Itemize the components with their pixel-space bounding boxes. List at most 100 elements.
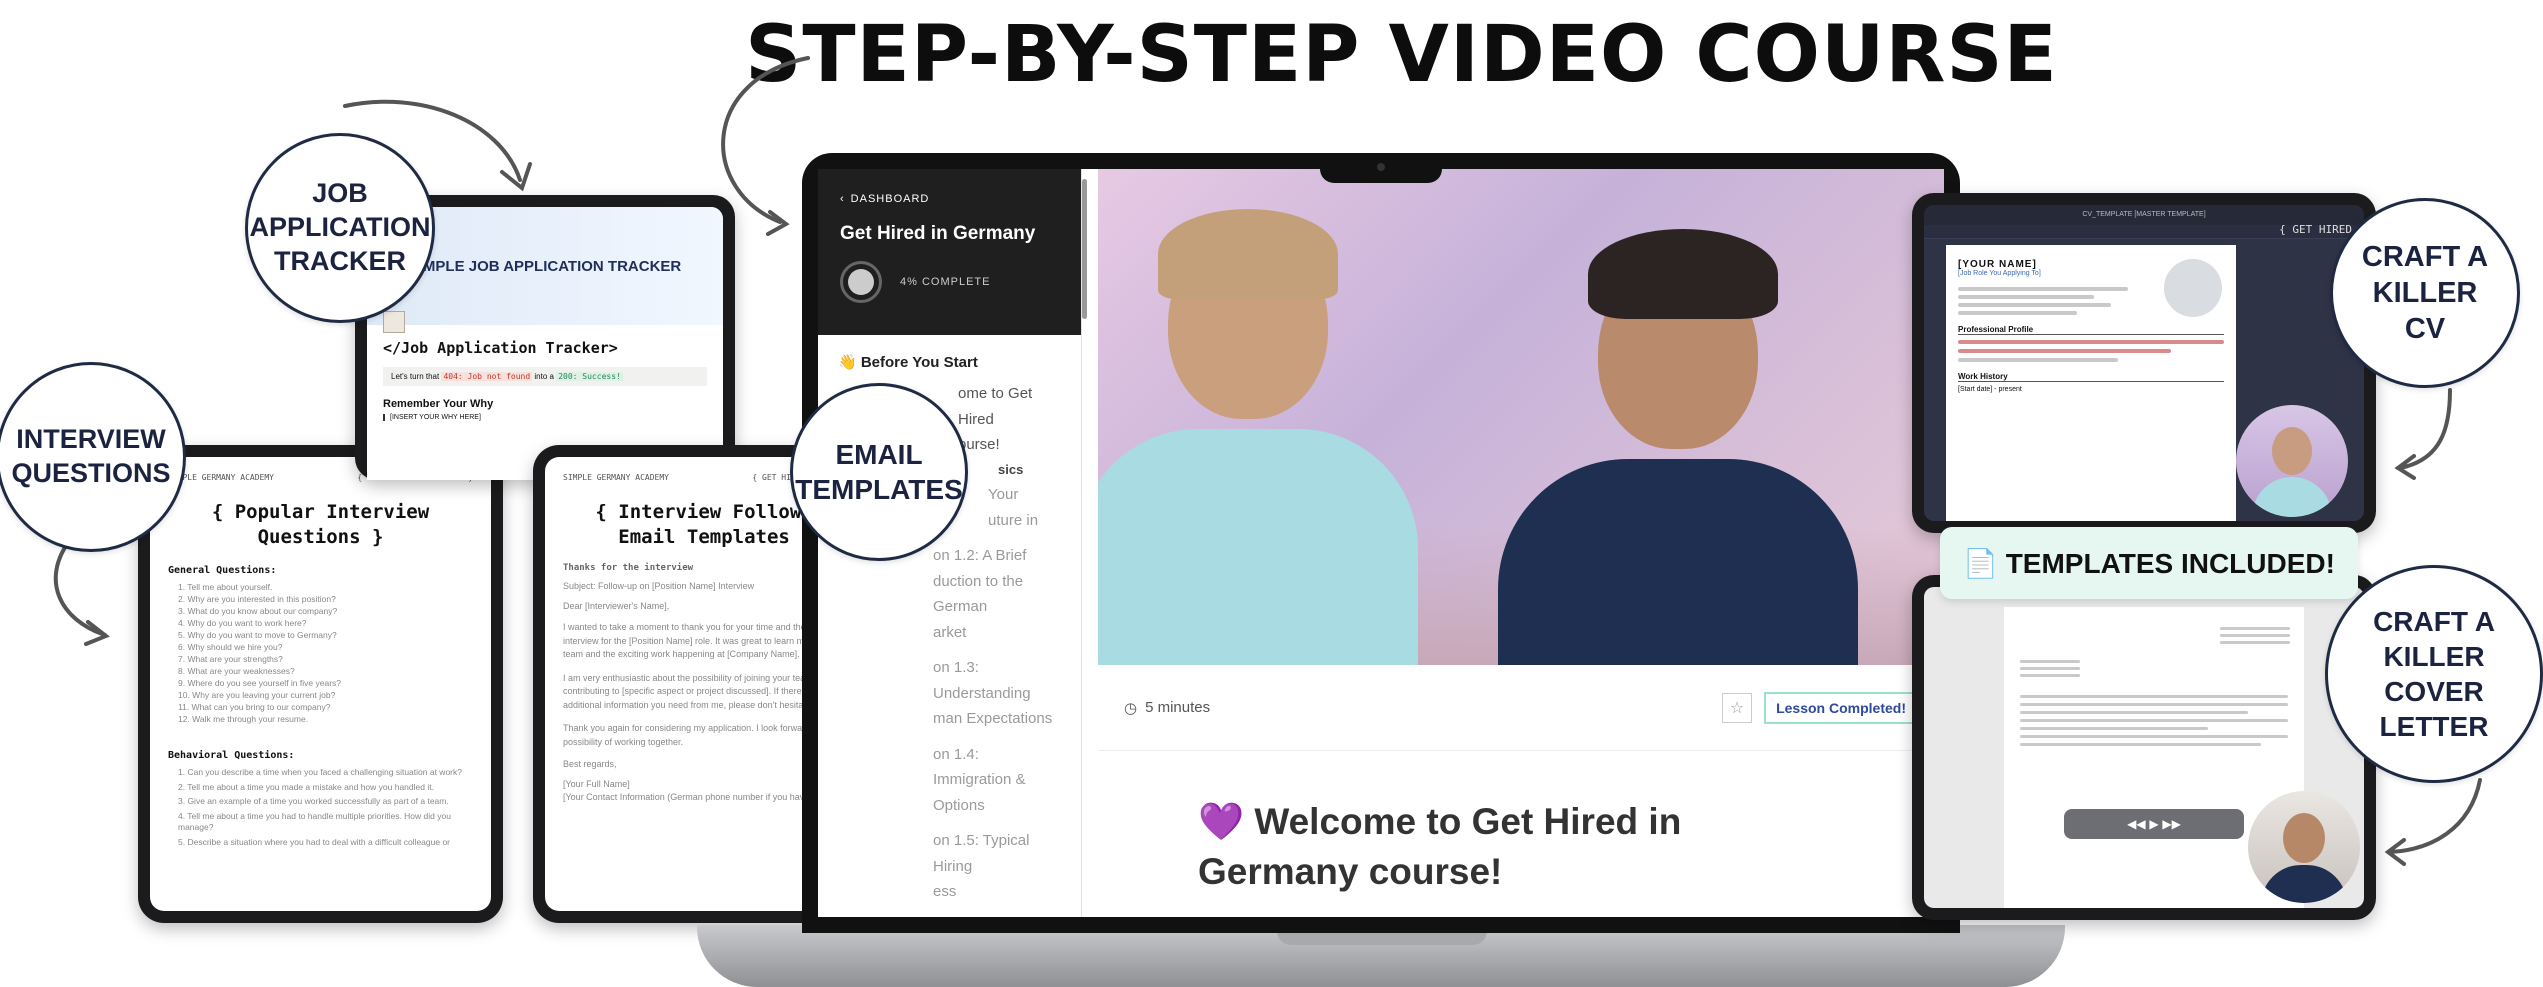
course-app: ‹ DASHBOARD Get Hired in Germany 4% COMP…: [818, 169, 1944, 917]
templates-included-badge: 📄 TEMPLATES INCLUDED!: [1940, 527, 2358, 599]
general-questions-label: General Questions:: [168, 565, 277, 577]
question-item: 9. Where do you see yourself in five yea…: [178, 678, 341, 689]
star-button[interactable]: ☆: [1722, 692, 1753, 723]
lesson-heading: 💜 Welcome to Get Hired in Germany course…: [1198, 801, 1682, 892]
cv-page: [YOUR NAME] [Job Role You Applying To] P…: [1946, 245, 2236, 521]
question-item: 3. Give an example of a time you worked …: [178, 796, 449, 807]
laptop-base: [697, 925, 2065, 987]
duration: ◷ 5 minutes: [1124, 699, 1210, 717]
cv-window-title: CV_TEMPLATE [MASTER TEMPLATE]: [1924, 205, 2364, 225]
arrow-to-laptop: [721, 56, 810, 224]
behavioral-questions-list: 1. Can you describe a time when you face…: [168, 767, 473, 848]
sidebar-scrollbar[interactable]: [1082, 179, 1087, 319]
lesson-item[interactable]: duction to the German: [838, 569, 1061, 620]
question-item: 8. What are your weaknesses?: [178, 666, 295, 677]
presenter-right-shirt: [1498, 459, 1858, 665]
cv-photo-placeholder: [2164, 259, 2222, 317]
callout-cv: CRAFT A KILLER CV: [2330, 198, 2520, 388]
tracker-sheet-title: SIMPLE JOB APPLICATION TRACKER: [408, 257, 682, 275]
tracker-note-404: 404: Job not found: [441, 372, 533, 381]
lesson-item[interactable]: on 1.3: Understanding: [838, 655, 1061, 706]
progress-label: 4% COMPLETE: [900, 276, 991, 288]
section-heading[interactable]: 👋 Before You Start: [838, 353, 1061, 371]
question-item: 2. Tell me about a time you made a mista…: [178, 781, 434, 792]
clock-icon: ◷: [1124, 699, 1138, 717]
email-brand: SIMPLE GERMANY ACADEMY: [563, 473, 669, 482]
cv-presenter-bubble: [2236, 405, 2348, 517]
presenter-left-hair: [1158, 209, 1338, 299]
tracker-heading: </Job Application Tracker>: [383, 339, 618, 357]
callout-email: EMAIL TEMPLATES: [790, 383, 968, 561]
camera-icon: [1377, 163, 1385, 171]
callout-cv-label: CRAFT A KILLER CV: [2361, 240, 2489, 346]
question-item: 2. Why are you interested in this positi…: [178, 594, 336, 605]
lesson-completed-button[interactable]: Lesson Completed!: [1764, 691, 1918, 724]
progress-row: 4% COMPLETE: [840, 261, 1059, 303]
presenter-right-hair: [1588, 229, 1778, 319]
remember-placeholder: [INSERT YOUR WHY HERE]: [383, 414, 707, 421]
duration-label: 5 minutes: [1145, 699, 1211, 716]
star-icon: ☆: [1729, 698, 1745, 717]
callout-interview: INTERVIEW QUESTIONS: [0, 362, 186, 552]
cv-contact-block: [1958, 287, 2128, 315]
cv-editor: CV_TEMPLATE [MASTER TEMPLATE] { GET HIRE…: [1924, 205, 2364, 521]
course-title: Get Hired in Germany: [840, 223, 1036, 244]
cv-presenter-face: [2272, 427, 2312, 475]
cv-side-label: { GET HIRED: [2279, 223, 2352, 236]
lesson-meta-bar: ◷ 5 minutes ☆ Lesson Completed!: [1098, 665, 1944, 751]
callout-job-tracker-label: JOB APPLICATION TRACKER: [249, 178, 431, 276]
cover-letter-editor: ◀◀ ▶ ▶▶: [1924, 587, 2364, 908]
question-item: 1. Can you describe a time when you face…: [178, 767, 462, 778]
sidebar-header: ‹ DASHBOARD Get Hired in Germany 4% COMP…: [818, 169, 1081, 335]
lesson-actions: ☆ Lesson Completed!: [1722, 691, 1918, 724]
tracker-note-200: 200: Success!: [556, 372, 623, 381]
cover-presenter-face: [2283, 813, 2325, 863]
dashboard-link[interactable]: ‹ DASHBOARD: [840, 193, 1059, 205]
behavioral-questions-label: Behavioral Questions:: [168, 750, 295, 762]
laptop-camera-notch: [1320, 153, 1442, 183]
presenter-left-shirt: [1098, 429, 1418, 665]
lesson-item[interactable]: on 1.4: Immigration &: [838, 742, 1061, 793]
lesson-item[interactable]: arket: [838, 620, 1061, 646]
avatar: [848, 269, 874, 295]
cover-presenter-bubble: [2248, 791, 2360, 903]
chevron-left-icon: ‹: [840, 193, 845, 205]
cv-section-profile: Professional Profile: [1958, 325, 2224, 335]
lesson-item[interactable]: on 1.5: Typical Hiring: [838, 828, 1061, 879]
question-item: 4. Why do you want to work here?: [178, 618, 307, 629]
cv-start-date: [Start date] - present: [1958, 386, 2022, 393]
cv-section-work: Work History: [1958, 372, 2224, 382]
interview-tablet: SIMPLE GERMANY ACADEMY { GET HIRED IN GE…: [138, 445, 503, 923]
lesson-item[interactable]: ess: [838, 879, 1061, 905]
question-item: 6. Why should we hire you?: [178, 642, 283, 653]
remember-heading: Remember Your Why: [383, 398, 494, 410]
lesson-item[interactable]: Options: [838, 793, 1061, 819]
interview-title: { Popular Interview Questions }: [211, 501, 430, 548]
tracker-note-mid: into a: [534, 372, 554, 381]
callout-cover-letter-label: CRAFT A KILLER COVER LETTER: [2373, 606, 2495, 742]
lesson-item[interactable]: man Expectations: [838, 706, 1061, 732]
video-controls[interactable]: ◀◀ ▶ ▶▶: [2064, 809, 2244, 839]
play-icon[interactable]: ◀◀ ▶ ▶▶: [2064, 809, 2244, 839]
tracker-page-icon: [383, 311, 405, 333]
laptop-lid: ‹ DASHBOARD Get Hired in Germany 4% COMP…: [802, 153, 1960, 933]
question-item: 11. What can you bring to our company?: [178, 702, 331, 713]
cv-tablet: CV_TEMPLATE [MASTER TEMPLATE] { GET HIRE…: [1912, 193, 2376, 533]
tracker-note: Let's turn that 404: Job not found into …: [383, 367, 707, 386]
callout-interview-label: INTERVIEW QUESTIONS: [11, 424, 171, 488]
cover-letter-tablet: ◀◀ ▶ ▶▶: [1912, 575, 2376, 920]
callout-cover-letter: CRAFT A KILLER COVER LETTER: [2325, 565, 2543, 783]
question-item: 12. Walk me through your resume.: [178, 714, 309, 725]
question-item: 1. Tell me about yourself.: [178, 582, 273, 593]
interview-document: SIMPLE GERMANY ACADEMY { GET HIRED IN GE…: [150, 457, 491, 911]
progress-ring: [840, 261, 882, 303]
cv-presenter-shirt: [2252, 477, 2332, 517]
video-player[interactable]: [1098, 169, 1944, 665]
question-item: 3. What do you know about our company?: [178, 606, 338, 617]
laptop-notch-base: [1277, 931, 1487, 945]
question-item: 5. Describe a situation where you had to…: [178, 836, 451, 847]
callout-email-label: EMAIL TEMPLATES: [795, 439, 963, 505]
arrowhead-laptop: [766, 210, 790, 236]
lesson-item[interactable]: on 1.6: Seasons of: [838, 915, 1061, 917]
question-item: 7. What are your strengths?: [178, 654, 283, 665]
